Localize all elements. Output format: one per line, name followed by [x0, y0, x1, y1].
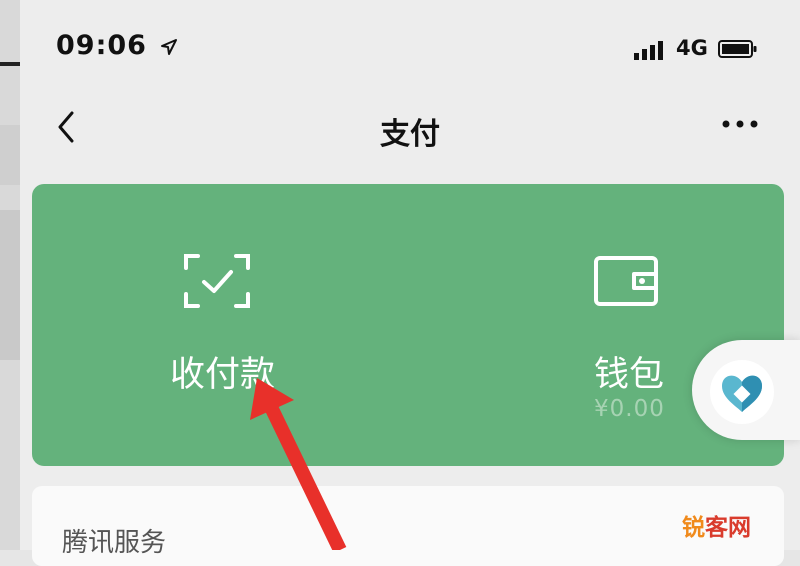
background-app-edge	[0, 0, 20, 550]
status-time: 09:06	[56, 30, 147, 61]
wallet-icon	[594, 256, 658, 306]
signal-strength-icon	[634, 41, 663, 60]
payment-card: 收付款 钱包 ¥0.00	[32, 184, 784, 466]
edge-block	[0, 125, 20, 185]
network-type: 4G	[676, 36, 708, 60]
floating-heart-button[interactable]	[692, 340, 800, 440]
wallet-label: 钱包	[594, 355, 665, 395]
more-options-icon[interactable]	[720, 117, 760, 131]
watermark-part2: 客网	[705, 515, 751, 541]
site-watermark: 锐客网	[682, 508, 751, 542]
payment-screen: 09:06 4G 支付 收付款 钱包 ¥0.00 腾讯服务	[20, 0, 800, 566]
watermark-part1: 锐	[682, 515, 705, 541]
tencent-services-section: 腾讯服务	[32, 486, 784, 566]
wallet-balance: ¥0.00	[594, 396, 665, 422]
location-arrow-icon	[161, 39, 177, 55]
collect-pay-label: 收付款	[170, 355, 276, 395]
collect-pay-button[interactable]: 收付款	[132, 184, 312, 466]
status-bar: 09:06 4G	[20, 0, 800, 95]
services-title: 腾讯服务	[62, 528, 167, 558]
scan-check-icon	[184, 254, 250, 308]
battery-icon	[718, 40, 757, 58]
page-title: 支付	[380, 117, 440, 152]
navigation-bar: 支付	[20, 95, 800, 165]
edge-block	[0, 210, 20, 360]
floating-button-face	[710, 360, 774, 424]
edge-line	[0, 62, 20, 66]
heart-logo-icon	[722, 375, 762, 412]
wallet-button[interactable]: 钱包 ¥0.00	[512, 184, 712, 466]
